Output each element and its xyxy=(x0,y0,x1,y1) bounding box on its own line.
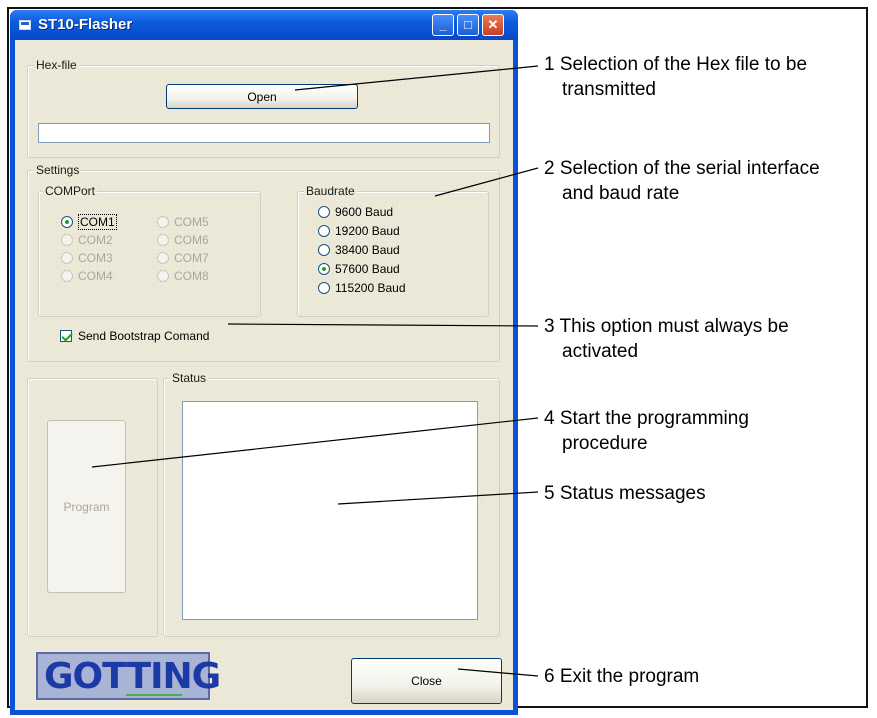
leader-line-2 xyxy=(434,167,539,197)
callout-text: Status messages xyxy=(559,483,706,504)
callout-text: Exit the program xyxy=(559,666,700,687)
callout-5: 5 Status messages xyxy=(544,481,706,506)
callout-number: 3 xyxy=(544,316,555,337)
callout-text-continued: activated xyxy=(562,341,639,362)
callout-3: 3 This option must always be activated xyxy=(544,314,789,364)
leader-line-4 xyxy=(91,417,539,468)
callout-text: Selection of the serial interface xyxy=(559,158,820,179)
leader-line-6 xyxy=(457,668,539,677)
callout-6: 6 Exit the program xyxy=(544,664,699,689)
callout-4: 4 Start the programming procedure xyxy=(544,406,749,456)
callout-number: 6 xyxy=(544,666,555,687)
callout-text: This option must always be xyxy=(559,316,789,337)
callout-number: 5 xyxy=(544,483,555,504)
callout-text: Start the programming xyxy=(559,408,749,429)
callout-text-continued: procedure xyxy=(562,433,648,454)
callout-1: 1 Selection of the Hex file to be transm… xyxy=(544,52,807,102)
callout-number: 1 xyxy=(544,54,555,75)
leader-line-5 xyxy=(337,491,539,505)
callout-2: 2 Selection of the serial interface and … xyxy=(544,156,820,206)
callout-number: 2 xyxy=(544,158,555,179)
callout-text: Selection of the Hex file to be xyxy=(559,54,808,75)
callout-text-continued: transmitted xyxy=(562,79,656,100)
leader-line-3 xyxy=(227,323,539,327)
callout-number: 4 xyxy=(544,408,555,429)
leader-line-1 xyxy=(294,65,539,91)
callout-text-continued: and baud rate xyxy=(562,183,680,204)
